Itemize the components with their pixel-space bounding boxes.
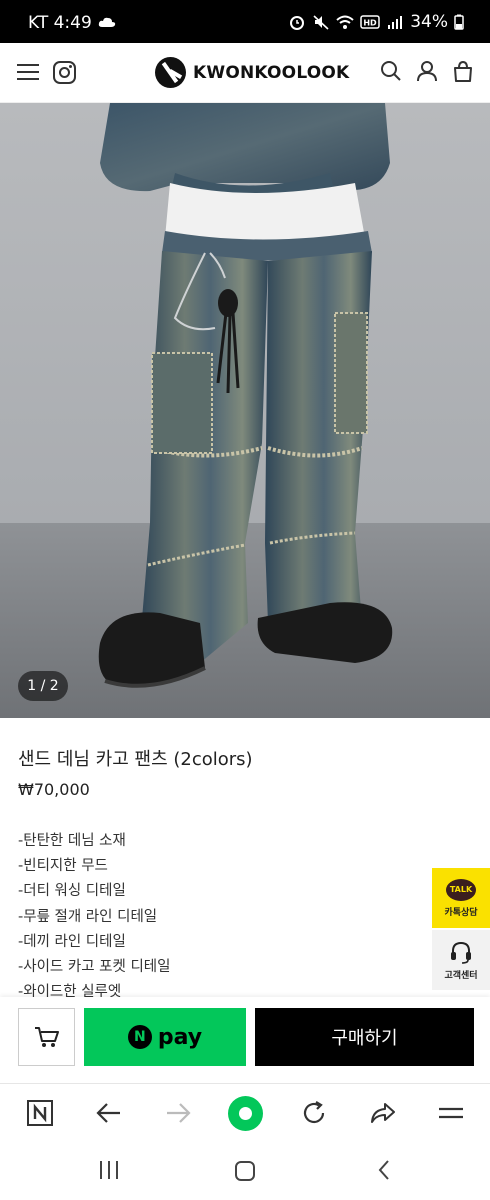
logo-mark-icon [155, 57, 186, 88]
carrier-time: KT 4:49 [28, 13, 92, 33]
wifi-icon [336, 15, 354, 29]
description-line: -빈티지한 무드 [18, 858, 108, 875]
cart-icon [34, 1027, 59, 1047]
site-header: KWONKOOLOOK [0, 43, 490, 103]
talk-label: 카톡상담 [444, 907, 478, 918]
green-home-icon[interactable] [228, 1096, 263, 1131]
status-right: HD 34% [288, 12, 464, 32]
system-back-icon[interactable] [378, 1160, 389, 1180]
naver-home-icon[interactable] [25, 1098, 55, 1128]
naver-n-icon: N [127, 1025, 152, 1049]
add-to-cart-button[interactable] [18, 1008, 75, 1066]
instagram-icon[interactable] [53, 61, 76, 84]
product-photo [0, 103, 490, 718]
npay-label: pay [157, 1024, 203, 1050]
hd-icon: HD [360, 15, 380, 29]
image-pager: 1 / 2 [18, 671, 68, 701]
user-icon[interactable] [416, 60, 438, 82]
cloud-icon [98, 17, 115, 27]
product-description: -탄탄한 데님 소재 -빈티지한 무드 -더티 워싱 디테일 -무릎 절개 라인… [18, 829, 170, 1005]
product-image-gallery[interactable]: 1 / 2 [0, 103, 490, 718]
system-navigation-bar [0, 1143, 490, 1200]
description-line: -사이드 카고 포켓 디테일 [18, 959, 171, 976]
back-arrow-icon[interactable] [94, 1098, 124, 1128]
naver-pay-button[interactable]: N pay [84, 1008, 246, 1066]
alarm-icon [290, 16, 305, 30]
talk-bubble-icon: TALK [446, 878, 476, 901]
status-bar: KT 4:49 HD 34% [0, 0, 490, 43]
recent-apps-icon[interactable] [100, 1161, 118, 1179]
header-actions [380, 60, 474, 82]
headset-icon [451, 941, 471, 964]
buy-now-button[interactable]: 구매하기 [255, 1008, 474, 1066]
kakao-talk-button[interactable]: TALK 카톡상담 [432, 868, 490, 928]
mute-icon [313, 15, 329, 30]
menu-icon[interactable] [17, 64, 39, 82]
description-line: -탄탄한 데님 소재 [18, 833, 126, 849]
more-menu-icon[interactable] [436, 1098, 466, 1128]
share-icon[interactable] [368, 1098, 398, 1128]
battery-icon [454, 14, 464, 30]
browser-toolbar [0, 1083, 490, 1143]
brand-logo[interactable]: KWONKOOLOOK [155, 57, 349, 88]
customer-service-button[interactable]: 고객센터 [432, 930, 490, 990]
service-label: 고객센터 [444, 970, 478, 981]
system-home-icon[interactable] [235, 1161, 255, 1181]
forward-arrow-icon[interactable] [163, 1098, 193, 1128]
description-line: -무릎 절개 라인 디테일 [18, 908, 158, 925]
search-icon[interactable] [380, 60, 402, 82]
product-price: ₩70,000 [18, 780, 90, 799]
svg-text:HD: HD [364, 19, 378, 28]
description-line: -더티 워싱 디테일 [18, 883, 126, 900]
brand-name: KWONKOOLOOK [193, 62, 350, 83]
shopping-bag-icon[interactable] [452, 60, 474, 82]
signal-icon [388, 16, 403, 29]
purchase-bar: N pay 구매하기 [0, 997, 490, 1083]
refresh-icon[interactable] [299, 1098, 329, 1128]
status-left: KT 4:49 [28, 13, 116, 33]
battery-percent: 34% [410, 12, 448, 32]
description-line: -데끼 라인 디테일 [18, 933, 126, 950]
product-title: 샌드 데님 카고 팬츠 (2colors) [18, 749, 253, 770]
